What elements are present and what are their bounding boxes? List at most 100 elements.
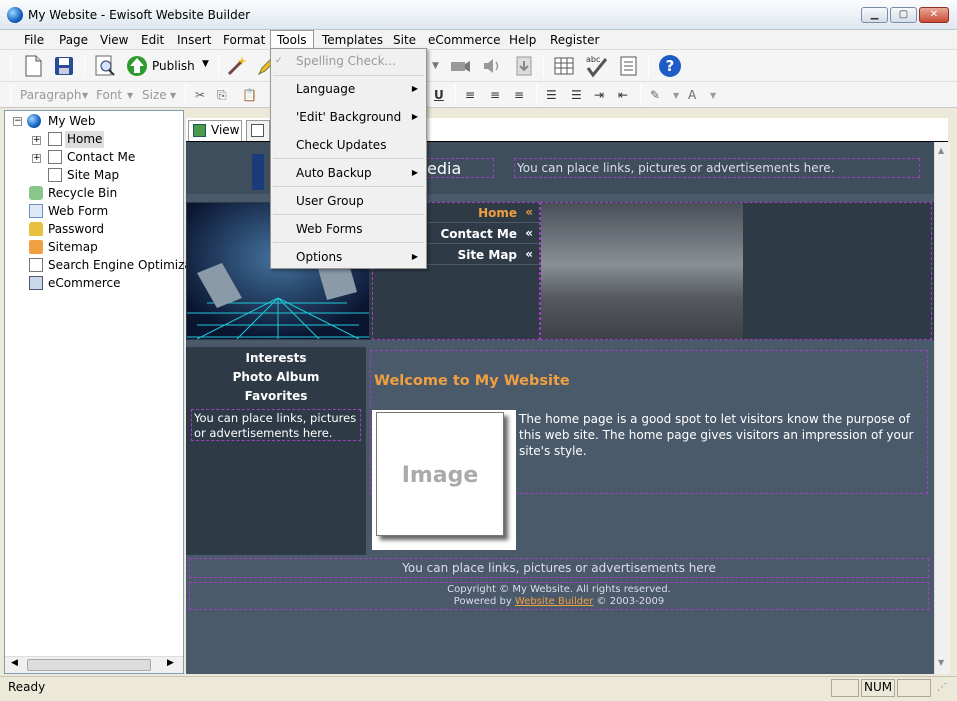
footer-copyright-box: Copyright © My Website. All rights reser… — [189, 582, 929, 610]
search-page-icon — [29, 258, 43, 272]
tree-item-ecommerce[interactable]: eCommerce — [48, 275, 121, 292]
minimize-icon[interactable]: ▁ — [861, 7, 888, 23]
tree-expand-icon[interactable]: + — [32, 154, 41, 163]
sound-icon[interactable] — [481, 55, 503, 77]
size-select[interactable]: Size — [142, 88, 167, 102]
align-left-icon[interactable]: ≡ — [465, 88, 475, 102]
side-link-interests[interactable]: Interests — [186, 351, 366, 365]
header-ad-box[interactable]: You can place links, pictures or adverti… — [514, 158, 920, 178]
tree-item-sitemap-page[interactable]: Sitemap — [48, 239, 98, 256]
menu-item-language[interactable]: Language ▶ — [271, 78, 426, 100]
footer-ad-box[interactable]: You can place links, pictures or adverti… — [189, 558, 929, 578]
title-bar: My Website - Ewisoft Website Builder ▁ ▢… — [0, 0, 957, 30]
paste-icon[interactable]: 📋 — [242, 88, 257, 102]
menu-templates[interactable]: Templates — [316, 30, 389, 50]
menu-site[interactable]: Site — [387, 30, 422, 50]
tree-root[interactable]: My Web — [48, 113, 95, 130]
indent-icon[interactable]: ⇥ — [594, 88, 604, 102]
font-color-dropdown-icon[interactable]: ▼ — [710, 91, 716, 100]
align-center-icon[interactable]: ≡ — [490, 88, 500, 102]
menu-insert[interactable]: Insert — [171, 30, 217, 50]
publish-button[interactable]: Publish ▼ — [124, 54, 216, 78]
body-text: The home page is a good spot to let visi… — [519, 412, 914, 458]
font-color-icon[interactable]: A — [688, 88, 696, 102]
tree-item-seo[interactable]: Search Engine Optimizati — [48, 257, 200, 274]
menu-help[interactable]: Help — [503, 30, 542, 50]
table-icon[interactable] — [553, 55, 575, 77]
side-link-photo-album[interactable]: Photo Album — [186, 370, 366, 384]
tree-item-web-form[interactable]: Web Form — [48, 203, 108, 220]
underline-icon[interactable]: U — [434, 88, 444, 102]
new-page-icon[interactable] — [22, 55, 44, 77]
nav-arrow-icon: « — [525, 226, 533, 240]
bullet-list-icon[interactable]: ☰ — [571, 88, 582, 102]
menu-register[interactable]: Register — [544, 30, 605, 50]
font-select[interactable]: Font — [96, 88, 122, 102]
save-icon[interactable] — [53, 55, 75, 77]
cut-icon[interactable]: ✂ — [195, 88, 205, 102]
status-num: NUM — [861, 679, 895, 697]
menu-view[interactable]: View — [94, 30, 134, 50]
menu-item-options[interactable]: Options ▶ — [271, 246, 426, 268]
menu-item-user-group[interactable]: User Group — [271, 190, 426, 212]
help-icon[interactable]: ? — [658, 54, 682, 78]
menu-item-auto-backup[interactable]: Auto Backup ▶ — [271, 162, 426, 184]
menu-edit[interactable]: Edit — [135, 30, 170, 50]
document-list-icon[interactable] — [618, 55, 640, 77]
spellcheck-icon[interactable]: abc — [584, 53, 610, 79]
tree-item-recycle-bin[interactable]: Recycle Bin — [48, 185, 117, 202]
dropdown-arrow-icon[interactable]: ▼ — [432, 61, 439, 71]
tree-item-home[interactable]: Home — [65, 131, 105, 148]
powered-link[interactable]: Website Builder — [515, 596, 593, 607]
menu-item-spelling-check[interactable]: ✓ Spelling Check... — [271, 50, 426, 72]
font-dropdown-icon[interactable]: ▼ — [127, 91, 133, 100]
publish-dropdown-icon[interactable]: ▼ — [202, 59, 209, 69]
tab-view[interactable]: View — [188, 120, 242, 141]
scroll-down-icon[interactable]: ▼ — [938, 658, 944, 667]
side-link-favorites[interactable]: Favorites — [186, 389, 366, 403]
paragraph-select[interactable]: Paragraph — [20, 88, 81, 102]
footer-ad-text: You can place links, pictures or adverti… — [402, 561, 716, 575]
resize-grip-icon[interactable]: ⋰ — [937, 682, 947, 693]
tab-edit[interactable] — [246, 120, 270, 141]
menu-file[interactable]: File — [18, 30, 50, 50]
wizard-icon[interactable] — [226, 55, 248, 77]
menu-item-check-updates[interactable]: Check Updates — [271, 134, 426, 156]
tree-item-contact[interactable]: Contact Me — [67, 149, 135, 166]
menu-item-edit-background[interactable]: 'Edit' Background ▶ — [271, 106, 426, 128]
tree-item-password[interactable]: Password — [48, 221, 104, 238]
copy-icon[interactable]: ⎘ — [217, 88, 227, 103]
numbered-list-icon[interactable]: ☰ — [546, 88, 557, 102]
outdent-icon[interactable]: ⇤ — [618, 88, 628, 102]
image-placeholder-frame[interactable]: Image — [372, 410, 516, 550]
download-icon[interactable] — [513, 55, 535, 77]
menu-item-label: 'Edit' Background — [296, 110, 402, 124]
size-dropdown-icon[interactable]: ▼ — [170, 91, 176, 100]
menu-page[interactable]: Page — [53, 30, 94, 50]
paragraph-dropdown-icon[interactable]: ▼ — [82, 91, 88, 100]
canvas-vertical-scrollbar[interactable]: ▲ ▼ — [934, 142, 950, 674]
side-column: Interests Photo Album Favorites — [186, 347, 366, 555]
scroll-right-icon[interactable]: ▶ — [167, 658, 174, 668]
scroll-up-icon[interactable]: ▲ — [938, 146, 944, 155]
tree-collapse-icon[interactable]: − — [13, 117, 22, 126]
close-icon[interactable]: ✕ — [919, 7, 949, 23]
menu-item-web-forms[interactable]: Web Forms — [271, 218, 426, 240]
menu-format[interactable]: Format — [217, 30, 271, 50]
preview-icon[interactable] — [94, 55, 116, 77]
menu-tools[interactable]: Tools — [270, 30, 314, 50]
tree-horizontal-scrollbar[interactable]: ◀ ▶ — [5, 656, 183, 673]
menu-ecommerce[interactable]: eCommerce — [422, 30, 507, 50]
flash-icon[interactable] — [449, 55, 471, 77]
align-right-icon[interactable]: ≡ — [514, 88, 524, 102]
menu-item-label: User Group — [296, 194, 364, 208]
highlight-dropdown-icon[interactable]: ▼ — [673, 91, 679, 100]
highlight-icon[interactable]: ✎ — [650, 88, 660, 102]
side-ad-box[interactable]: You can place links, pictures or adverti… — [191, 409, 361, 441]
scroll-thumb[interactable] — [27, 659, 151, 671]
tree-expand-icon[interactable]: + — [32, 136, 41, 145]
scroll-left-icon[interactable]: ◀ — [11, 658, 18, 668]
maximize-icon[interactable]: ▢ — [890, 7, 917, 23]
nav-arrow-icon: « — [525, 247, 533, 261]
tree-item-sitemap[interactable]: Site Map — [67, 167, 119, 184]
